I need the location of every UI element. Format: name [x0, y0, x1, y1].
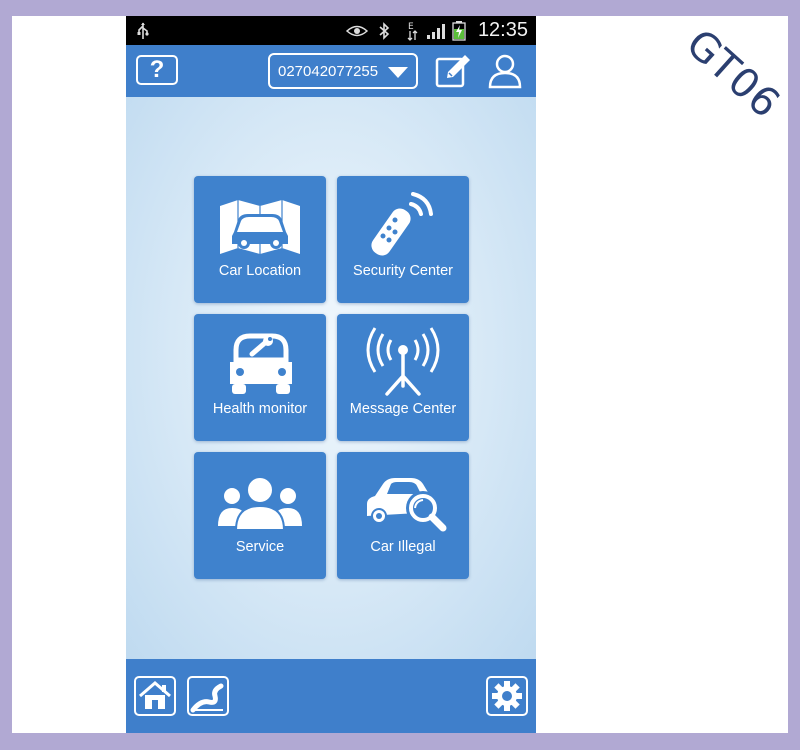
people-icon	[218, 476, 302, 531]
tile-label: Car Location	[218, 263, 302, 279]
tile-label: Service	[235, 539, 285, 555]
frame-top	[0, 0, 800, 16]
data-arrows-icon: E	[406, 16, 418, 45]
home-button[interactable]	[134, 676, 176, 716]
app-footer	[126, 659, 536, 733]
settings-button[interactable]	[486, 676, 528, 716]
help-button[interactable]: ?	[136, 55, 178, 85]
status-clock: 12:35	[477, 19, 528, 41]
status-bar: E 12:35	[126, 16, 536, 45]
settings-icon	[492, 681, 522, 711]
app-header: ? 027042077255	[126, 45, 536, 97]
car-wrench-icon	[230, 333, 292, 394]
frame-bottom	[0, 733, 800, 750]
watermark: GT06	[677, 20, 789, 128]
svg-text:E: E	[408, 22, 414, 32]
tile-label: Health monitor	[212, 401, 308, 417]
remote-control-icon	[371, 192, 433, 256]
main-menu: Car Location Security Center Health moni…	[126, 97, 536, 659]
route-button[interactable]	[187, 676, 229, 716]
user-button[interactable]	[486, 52, 524, 90]
phone-screen: E 12:35 ? 027042077255 Car Location Secu…	[126, 16, 536, 733]
tile-label: Message Center	[349, 401, 457, 417]
tile-security-center[interactable]: Security Center	[337, 176, 469, 303]
antenna-icon	[366, 327, 440, 396]
bluetooth-icon	[378, 16, 390, 45]
signal-icon	[426, 16, 448, 45]
edit-button[interactable]	[434, 52, 472, 90]
tile-service[interactable]: Service	[194, 452, 326, 579]
tile-health-monitor[interactable]: Health monitor	[194, 314, 326, 441]
route-icon	[190, 683, 224, 713]
tile-message-center[interactable]: Message Center	[337, 314, 469, 441]
device-select[interactable]: 027042077255	[268, 53, 418, 89]
device-number: 027042077255	[278, 62, 379, 80]
usb-icon	[136, 16, 150, 45]
eye-icon	[346, 16, 368, 45]
edit-icon	[435, 55, 470, 88]
home-icon	[139, 681, 171, 709]
frame-left	[0, 0, 12, 750]
chevron-down-icon	[388, 67, 408, 78]
tile-car-location[interactable]: Car Location	[194, 176, 326, 303]
tile-label: Security Center	[353, 263, 453, 279]
battery-icon	[452, 16, 466, 45]
help-label: ?	[149, 56, 165, 83]
tile-car-illegal[interactable]: Car Illegal	[337, 452, 469, 579]
car-map-icon	[220, 200, 300, 254]
tile-label: Car Illegal	[370, 539, 436, 555]
user-icon	[488, 54, 522, 89]
car-search-icon	[367, 478, 447, 532]
